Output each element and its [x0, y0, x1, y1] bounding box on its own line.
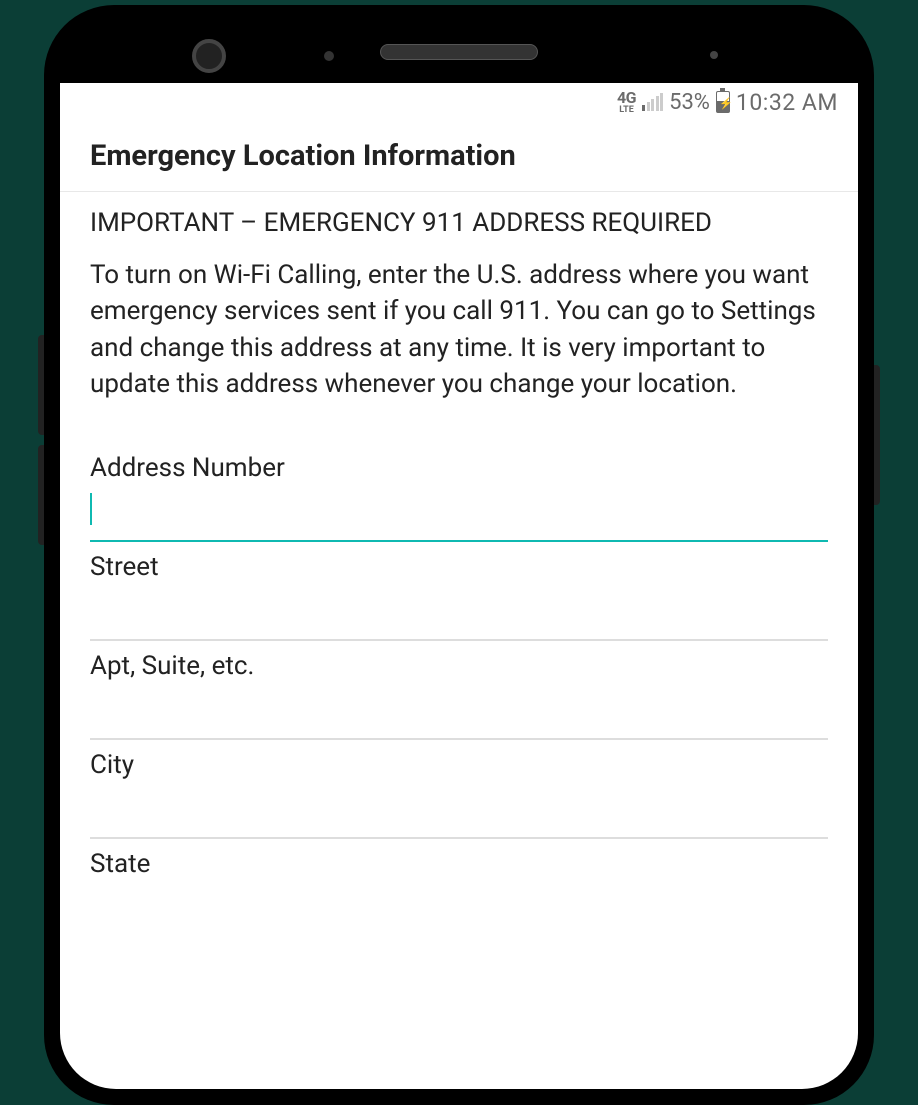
field-address-number: Address Number: [90, 443, 828, 542]
field-state: State: [90, 839, 828, 879]
street-input[interactable]: [90, 586, 828, 641]
city-label: City: [90, 750, 828, 780]
power-button: [874, 365, 880, 505]
notice-body: To turn on Wi-Fi Calling, enter the U.S.…: [90, 249, 828, 443]
field-city: City: [90, 740, 828, 839]
notification-led: [710, 51, 718, 59]
address-number-label: Address Number: [90, 453, 828, 483]
battery-percent: 53%: [669, 90, 710, 115]
text-caret: [90, 493, 92, 525]
screen[interactable]: 4GLTE 53% ⚡ 10:32 AM Emergenc: [60, 83, 858, 1089]
notice-heading: IMPORTANT – EMERGENCY 911 ADDRESS REQUIR…: [90, 192, 828, 249]
street-label: Street: [90, 552, 828, 582]
state-label: State: [90, 849, 828, 879]
earpiece-speaker: [380, 44, 538, 60]
field-apt: Apt, Suite, etc.: [90, 641, 828, 740]
status-bar[interactable]: 4GLTE 53% ⚡ 10:32 AM: [60, 83, 858, 121]
page-title: Emergency Location Information: [90, 121, 828, 191]
phone-frame: 4GLTE 53% ⚡ 10:32 AM Emergenc: [44, 5, 874, 1105]
phone-top-bar: [60, 21, 858, 83]
battery-charging-icon: ⚡: [716, 91, 730, 113]
status-time: 10:32 AM: [736, 89, 838, 116]
address-number-input[interactable]: [90, 487, 828, 542]
proximity-sensor: [324, 51, 334, 61]
apt-input[interactable]: [90, 685, 828, 740]
network-lte-icon: 4GLTE: [617, 90, 636, 115]
phone-bezel: 4GLTE 53% ⚡ 10:32 AM Emergenc: [60, 21, 858, 1089]
front-camera: [192, 39, 226, 73]
signal-strength-icon: [642, 93, 663, 111]
volume-down-button: [38, 445, 44, 545]
volume-up-button: [38, 335, 44, 435]
city-input[interactable]: [90, 784, 828, 839]
main-content[interactable]: Emergency Location Information IMPORTANT…: [60, 121, 858, 879]
apt-label: Apt, Suite, etc.: [90, 651, 828, 681]
field-street: Street: [90, 542, 828, 641]
